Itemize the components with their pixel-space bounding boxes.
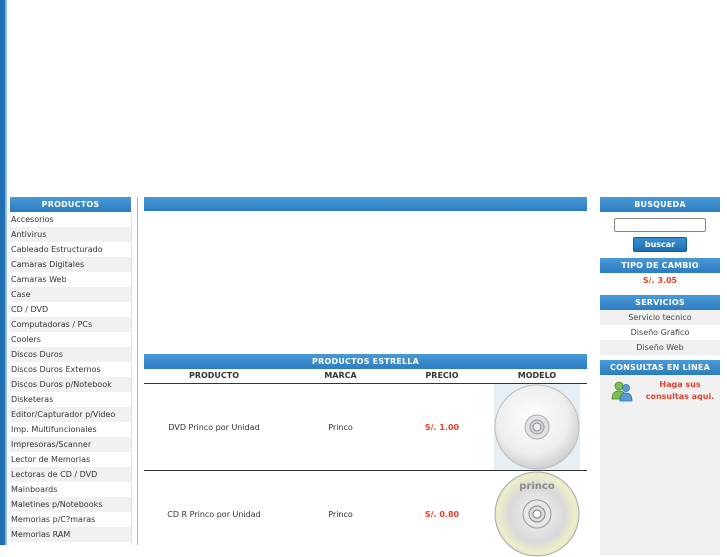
sidebar-item-product[interactable]: Editor/Capturador p/Video <box>10 407 131 422</box>
right-sidebar: BUSQUEDA buscar TIPO DE CAMBIO S/. 3.05 … <box>600 197 720 555</box>
col-header-modelo: MODELO <box>517 371 557 380</box>
service-item-diseno-grafico[interactable]: Diseño Grafico <box>600 325 720 340</box>
search-header: BUSQUEDA <box>600 197 720 212</box>
exchange-rate-header: TIPO DE CAMBIO <box>600 258 720 273</box>
table-row[interactable]: CD R Princo por Unidad Princo S/. 0.80 p… <box>144 471 587 557</box>
product-name[interactable]: DVD Princo por Unidad <box>144 423 284 432</box>
column-divider <box>137 197 138 545</box>
cd-disc-image[interactable]: princo <box>494 471 580 557</box>
featured-table-header: PRODUCTO MARCA PRECIO MODELO <box>144 369 587 384</box>
sidebar-item-product[interactable]: Discos Duros Externos <box>10 362 131 377</box>
sidebar-item-product[interactable]: Lector de Memorias <box>10 452 131 467</box>
products-header: PRODUCTOS <box>10 197 131 212</box>
main-header-bar <box>144 197 587 211</box>
product-image-cell[interactable]: princo <box>487 471 587 557</box>
sidebar-item-product[interactable]: Case <box>10 287 131 302</box>
col-header-marca: MARCA <box>324 371 357 380</box>
messenger-icon[interactable] <box>611 380 633 406</box>
featured-products-header: PRODUCTOS ESTRELLA <box>144 354 587 369</box>
sidebar-item-product[interactable]: Impresoras/Scanner <box>10 437 131 452</box>
sidebar-item-product[interactable]: Camaras Digitales <box>10 257 131 272</box>
product-name[interactable]: CD R Princo por Unidad <box>144 510 284 519</box>
products-sidebar: PRODUCTOS Accesorios Antivirus Cableado Es… <box>10 197 131 542</box>
sidebar-item-product[interactable]: Camaras Web <box>10 272 131 287</box>
service-item-diseno-web[interactable]: Diseño Web <box>600 340 720 355</box>
product-price: S/. 0.80 <box>424 509 460 519</box>
search-input[interactable] <box>614 218 706 232</box>
sidebar-item-product[interactable]: Antivirus <box>10 227 131 242</box>
online-consult-panel: Haga sus consultas aqui. <box>600 375 720 555</box>
exchange-rate-value: S/. 3.05 <box>642 276 678 285</box>
sidebar-item-product[interactable]: Discos Duros p/Notebook <box>10 377 131 392</box>
left-edge-stripe-light <box>5 0 7 545</box>
sidebar-item-product[interactable]: Discos Duros <box>10 347 131 362</box>
products-list: Accesorios Antivirus Cableado Estructurado… <box>10 212 131 542</box>
services-header: SERVICIOS <box>600 295 720 310</box>
main-blank-area <box>144 211 587 354</box>
sidebar-item-product[interactable]: Cableado Estructurado <box>10 242 131 257</box>
disc-brand-logo: princo <box>519 481 555 492</box>
sidebar-item-product[interactable]: Mainboards <box>10 482 131 497</box>
product-price: S/. 1.00 <box>424 422 460 432</box>
product-image-cell[interactable] <box>487 384 587 470</box>
sidebar-item-product[interactable]: Maletines p/Notebooks <box>10 497 131 512</box>
product-brand: Princo <box>328 509 353 519</box>
sidebar-item-product[interactable]: CD / DVD <box>10 302 131 317</box>
sidebar-item-product[interactable]: Memorias RAM <box>10 527 131 542</box>
col-header-precio: PRECIO <box>425 371 459 380</box>
main-content: PRODUCTOS ESTRELLA PRODUCTO MARCA PRECIO… <box>144 197 587 557</box>
sidebar-item-product[interactable]: Disketeras <box>10 392 131 407</box>
sidebar-item-product[interactable]: Computadoras / PCs <box>10 317 131 332</box>
sidebar-divider <box>131 212 132 545</box>
sidebar-item-product[interactable]: Accesorios <box>10 212 131 227</box>
sidebar-item-product[interactable]: Memorias p/C?maras <box>10 512 131 527</box>
search-button[interactable]: buscar <box>633 237 687 252</box>
sidebar-item-product[interactable]: Imp. Multifuncionales <box>10 422 131 437</box>
col-header-producto: PRODUCTO <box>188 371 240 380</box>
consult-link[interactable]: Haga sus consultas aqui. <box>640 379 720 403</box>
table-row[interactable]: DVD Princo por Unidad Princo S/. 1.00 <box>144 384 587 471</box>
sidebar-item-product[interactable]: Lectoras de CD / DVD <box>10 467 131 482</box>
dvd-disc-image[interactable] <box>494 384 580 470</box>
sidebar-item-product[interactable]: Coolers <box>10 332 131 347</box>
service-item-soporte[interactable]: Servicio tecnico <box>600 310 720 325</box>
online-consult-header: CONSULTAS EN LINEA <box>600 360 720 375</box>
product-brand: Princo <box>328 422 353 432</box>
